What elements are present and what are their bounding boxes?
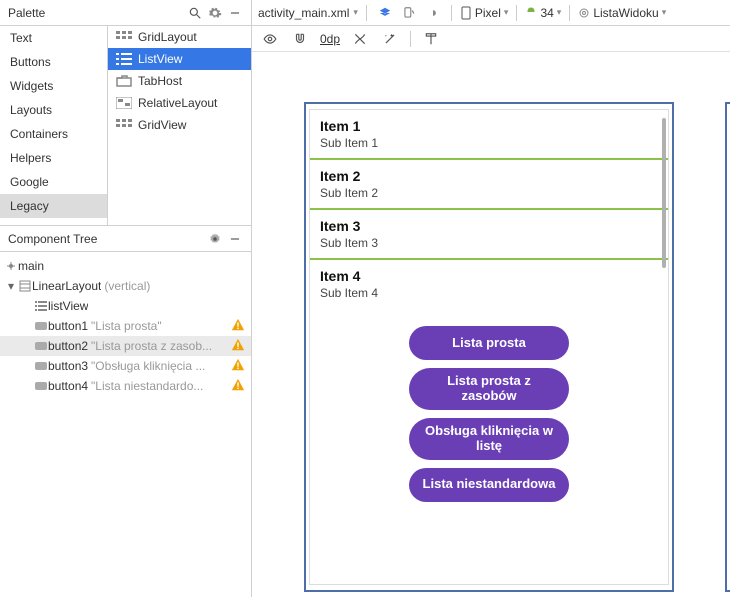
component-tree: main ▾LinearLayout(vertical) listView bu… <box>0 252 251 597</box>
wand-icon[interactable] <box>380 29 400 49</box>
eye-icon[interactable] <box>260 29 280 49</box>
gear-icon[interactable] <box>205 3 225 23</box>
grid-icon <box>116 31 132 43</box>
editor-top-toolbar: activity_main.xml▾ Pixel▾ 34▾ ListaWidok… <box>252 0 730 26</box>
widget-gridview[interactable]: GridView <box>108 114 251 136</box>
palette-header: Palette <box>0 0 251 26</box>
widget-listview[interactable]: ListView <box>108 48 251 70</box>
tree-row-button3[interactable]: button3"Obsługa kliknięcia ... <box>0 356 251 376</box>
root-icon <box>4 259 18 273</box>
palette-body: Text Buttons Widgets Layouts Containers … <box>0 26 251 226</box>
palette-category-buttons[interactable]: Buttons <box>0 50 107 74</box>
tree-row-button1[interactable]: button1"Lista prosta" <box>0 316 251 336</box>
palette-category-text[interactable]: Text <box>0 26 107 50</box>
warning-icon[interactable] <box>231 378 245 395</box>
scrollbar[interactable] <box>662 118 666 268</box>
tree-row-button4[interactable]: button4"Lista niestandardo... <box>0 376 251 396</box>
tab-icon <box>116 75 132 87</box>
button-icon <box>34 319 48 333</box>
widget-gridlayout[interactable]: GridLayout <box>108 26 251 48</box>
preview-button-3[interactable]: Obsługa kliknięcia w listę <box>409 418 569 460</box>
tree-row-linearlayout[interactable]: ▾LinearLayout(vertical) <box>0 276 251 296</box>
palette-category-widgets[interactable]: Widgets <box>0 74 107 98</box>
palette-title: Palette <box>8 6 185 20</box>
warning-icon[interactable] <box>231 358 245 375</box>
chevron-down-icon: ▾ <box>557 7 562 18</box>
widget-relativelayout[interactable]: RelativeLayout <box>108 92 251 114</box>
palette-widgets: GridLayout ListView TabHost RelativeLayo… <box>108 26 251 225</box>
preview-button-2[interactable]: Lista prosta z zasobów <box>409 368 569 410</box>
tree-row-listview[interactable]: listView <box>0 296 251 316</box>
grid-icon <box>116 119 132 131</box>
layers-icon[interactable] <box>375 3 395 23</box>
widget-tabhost[interactable]: TabHost <box>108 70 251 92</box>
night-mode-icon[interactable] <box>423 3 443 23</box>
button-icon <box>34 379 48 393</box>
palette-category-containers[interactable]: Containers <box>0 122 107 146</box>
api-dropdown[interactable]: 34▾ <box>525 6 561 20</box>
file-dropdown[interactable]: activity_main.xml▾ <box>258 6 358 20</box>
list-item: Item 2 Sub Item 2 <box>310 160 668 210</box>
list-item: Item 1 Sub Item 1 <box>310 110 668 160</box>
list-item-subtitle: Sub Item 1 <box>320 136 658 150</box>
tree-row-main[interactable]: main <box>0 256 251 276</box>
device-surface: Item 1 Sub Item 1 Item 2 Sub Item 2 Item… <box>309 109 669 585</box>
list-item: Item 3 Sub Item 3 <box>310 210 668 260</box>
device-preview[interactable]: Item 1 Sub Item 1 Item 2 Sub Item 2 Item… <box>304 102 674 592</box>
search-icon[interactable] <box>185 3 205 23</box>
list-item: Item 4 Sub Item 4 <box>310 260 668 308</box>
default-margin-dropdown[interactable]: 0dp <box>320 32 340 46</box>
list-item-subtitle: Sub Item 3 <box>320 236 658 250</box>
warning-icon[interactable] <box>231 318 245 335</box>
preview-buttons: Lista prosta Lista prosta z zasobów Obsł… <box>310 326 668 502</box>
layout-icon <box>18 279 32 293</box>
gear-icon[interactable] <box>205 229 225 249</box>
button-icon <box>34 359 48 373</box>
guidelines-icon[interactable] <box>421 29 441 49</box>
module-dropdown[interactable]: ListaWidoku▾ <box>578 6 666 20</box>
preview-button-4[interactable]: Lista niestandardowa <box>409 468 569 502</box>
minimize-icon[interactable] <box>225 3 245 23</box>
clear-constraints-icon[interactable] <box>350 29 370 49</box>
orientation-icon[interactable] <box>399 3 419 23</box>
component-tree-title: Component Tree <box>8 232 205 246</box>
layout-icon <box>116 97 132 109</box>
preview-button-1[interactable]: Lista prosta <box>409 326 569 360</box>
component-tree-header: Component Tree <box>0 226 251 252</box>
palette-category-helpers[interactable]: Helpers <box>0 146 107 170</box>
expand-icon[interactable]: ▾ <box>4 279 18 293</box>
list-icon <box>116 53 132 65</box>
list-item-title: Item 1 <box>320 118 658 134</box>
button-icon <box>34 339 48 353</box>
chevron-down-icon: ▾ <box>504 7 509 18</box>
chevron-down-icon: ▾ <box>662 7 667 18</box>
palette-category-layouts[interactable]: Layouts <box>0 98 107 122</box>
list-item-title: Item 3 <box>320 218 658 234</box>
list-item-title: Item 4 <box>320 268 658 284</box>
list-item-subtitle: Sub Item 2 <box>320 186 658 200</box>
design-toolbar: 0dp <box>252 26 730 52</box>
magnet-icon[interactable] <box>290 29 310 49</box>
minimize-icon[interactable] <box>225 229 245 249</box>
tree-row-button2[interactable]: button2"Lista prosta z zasob... <box>0 336 251 356</box>
palette-category-google[interactable]: Google <box>0 170 107 194</box>
chevron-down-icon: ▾ <box>353 7 358 18</box>
design-canvas[interactable]: Item 1 Sub Item 1 Item 2 Sub Item 2 Item… <box>252 52 730 597</box>
palette-categories: Text Buttons Widgets Layouts Containers … <box>0 26 108 225</box>
device-dropdown[interactable]: Pixel▾ <box>460 6 509 20</box>
list-icon <box>34 299 48 313</box>
blueprint-preview[interactable] <box>725 102 730 592</box>
list-item-subtitle: Sub Item 4 <box>320 286 658 300</box>
palette-category-legacy[interactable]: Legacy <box>0 194 107 218</box>
list-item-title: Item 2 <box>320 168 658 184</box>
warning-icon[interactable] <box>231 338 245 355</box>
